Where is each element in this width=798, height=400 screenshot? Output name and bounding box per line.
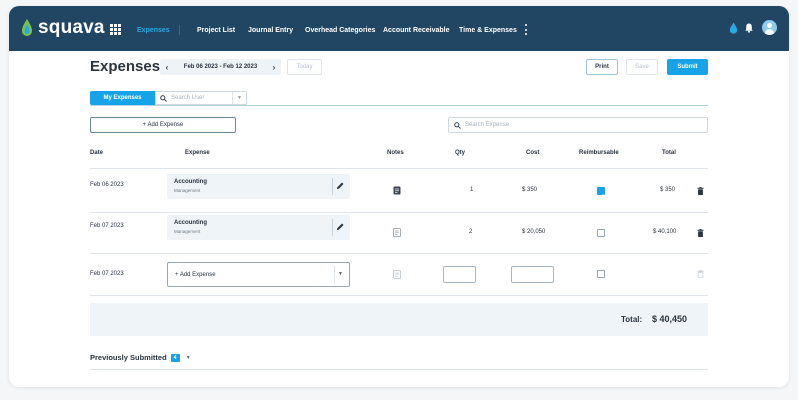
row-divider xyxy=(90,295,708,296)
chevron-down-icon[interactable]: ▼ xyxy=(232,92,246,104)
row-divider xyxy=(90,253,708,254)
save-button[interactable]: Save xyxy=(626,59,658,75)
nav-item-project-list[interactable]: Project List xyxy=(197,27,235,34)
add-expense-button[interactable]: + Add Expense xyxy=(90,117,236,133)
expense-category: Management xyxy=(174,188,201,193)
expense-chip[interactable]: Accounting Management xyxy=(167,174,350,199)
user-avatar-icon[interactable] xyxy=(762,20,777,35)
cost-input[interactable] xyxy=(511,266,554,283)
today-button[interactable]: Today xyxy=(287,59,322,75)
row-date: Feb 07 2023 xyxy=(90,271,124,277)
row-total: $ 40,100 xyxy=(653,229,677,235)
total-label: Total: xyxy=(621,315,643,324)
app-window: squava Expenses Project List Journal Ent… xyxy=(9,6,789,387)
row-date: Feb 06 2023 xyxy=(90,182,124,188)
drop-icon[interactable] xyxy=(729,22,738,34)
trash-icon-disabled[interactable] xyxy=(697,270,704,278)
previously-submitted-toggle[interactable]: Previously Submitted 4 ▼ xyxy=(90,353,191,362)
expense-search-placeholder: Search Expense xyxy=(465,122,510,128)
expense-category: Management xyxy=(174,229,201,234)
squava-logo-icon xyxy=(22,19,32,36)
more-vertical-icon[interactable] xyxy=(525,24,528,35)
row-date: Feb 07 2023 xyxy=(90,223,124,229)
user-search-placeholder: Search User xyxy=(171,95,205,101)
reimbursable-checkbox[interactable] xyxy=(597,270,605,278)
row-total: $ 350 xyxy=(660,187,676,193)
nav-item-account-receivable[interactable]: Account Receivable xyxy=(383,27,450,34)
user-search-select[interactable]: Search User ▼ xyxy=(155,91,247,105)
top-nav: squava Expenses Project List Journal Ent… xyxy=(9,6,789,51)
expense-chip[interactable]: Accounting Management xyxy=(167,215,350,240)
date-range-picker: ‹ Feb 06 2023 - Feb 12 2023 › xyxy=(160,59,281,75)
nav-item-time-expenses[interactable]: Time & Expenses xyxy=(459,27,517,34)
col-header-reimbursable: Reimbursable xyxy=(579,150,619,156)
chevron-down-icon[interactable]: ▼ xyxy=(338,271,343,277)
nav-item-overhead-categories[interactable]: Overhead Categories xyxy=(305,27,375,34)
qty-input[interactable] xyxy=(443,266,476,283)
tab-divider xyxy=(90,105,708,106)
search-icon xyxy=(160,94,167,102)
add-expense-select[interactable]: + Add Expense ▼ xyxy=(167,262,350,287)
total-value: $ 40,450 xyxy=(652,314,688,324)
apps-grid-icon[interactable] xyxy=(110,24,121,35)
row-divider xyxy=(90,212,708,213)
print-button[interactable]: Print xyxy=(586,59,618,75)
add-expense-select-label: + Add Expense xyxy=(175,272,216,278)
previously-submitted-label: Previously Submitted xyxy=(90,353,167,362)
check-icon xyxy=(598,194,604,199)
edit-pencil-icon[interactable] xyxy=(336,181,345,190)
brand-name: squava xyxy=(38,17,105,38)
chevron-left-icon[interactable]: ‹ xyxy=(160,63,174,72)
notes-outline-icon[interactable] xyxy=(393,228,401,237)
col-header-expense: Expense xyxy=(185,150,210,156)
trash-icon[interactable] xyxy=(697,229,704,237)
reimbursable-checkbox[interactable] xyxy=(597,229,605,237)
previously-submitted-count: 4 xyxy=(170,353,180,362)
nav-divider xyxy=(179,25,180,35)
nav-item-journal-entry[interactable]: Journal Entry xyxy=(248,27,293,34)
expense-name: Accounting xyxy=(174,220,207,226)
section-divider xyxy=(90,369,708,370)
row-qty: 2 xyxy=(469,229,473,235)
edit-pencil-icon[interactable] xyxy=(336,222,345,231)
submit-button[interactable]: Submit xyxy=(667,59,708,75)
col-header-total: Total xyxy=(662,150,676,156)
page-title: Expenses xyxy=(90,58,161,75)
col-header-notes: Notes xyxy=(387,150,404,156)
date-range-label: Feb 06 2023 - Feb 12 2023 xyxy=(183,64,258,70)
nav-item-expenses[interactable]: Expenses xyxy=(137,27,170,34)
row-qty: 1 xyxy=(470,187,474,193)
header-divider xyxy=(90,168,708,169)
notes-filled-icon[interactable] xyxy=(393,186,401,195)
search-icon xyxy=(454,121,461,129)
tab-my-expenses[interactable]: My Expenses xyxy=(90,91,155,105)
expense-name: Accounting xyxy=(174,179,207,185)
bell-icon[interactable] xyxy=(745,23,753,33)
trash-icon[interactable] xyxy=(697,187,704,195)
notes-outline-icon[interactable] xyxy=(393,270,401,279)
total-band: Total: $ 40,450 xyxy=(90,303,708,336)
row-cost: $ 20,050 xyxy=(522,229,546,235)
logo[interactable]: squava xyxy=(21,17,105,39)
reimbursable-checkbox-checked[interactable] xyxy=(597,187,605,199)
col-header-cost: Cost xyxy=(526,150,540,156)
col-header-qty: Qty xyxy=(455,150,466,156)
chevron-down-icon[interactable]: ▼ xyxy=(186,355,191,361)
row-cost: $ 350 xyxy=(522,187,538,193)
chevron-right-icon[interactable]: › xyxy=(267,63,281,72)
col-header-date: Date xyxy=(90,150,104,156)
expense-search-input[interactable]: Search Expense xyxy=(448,117,708,133)
